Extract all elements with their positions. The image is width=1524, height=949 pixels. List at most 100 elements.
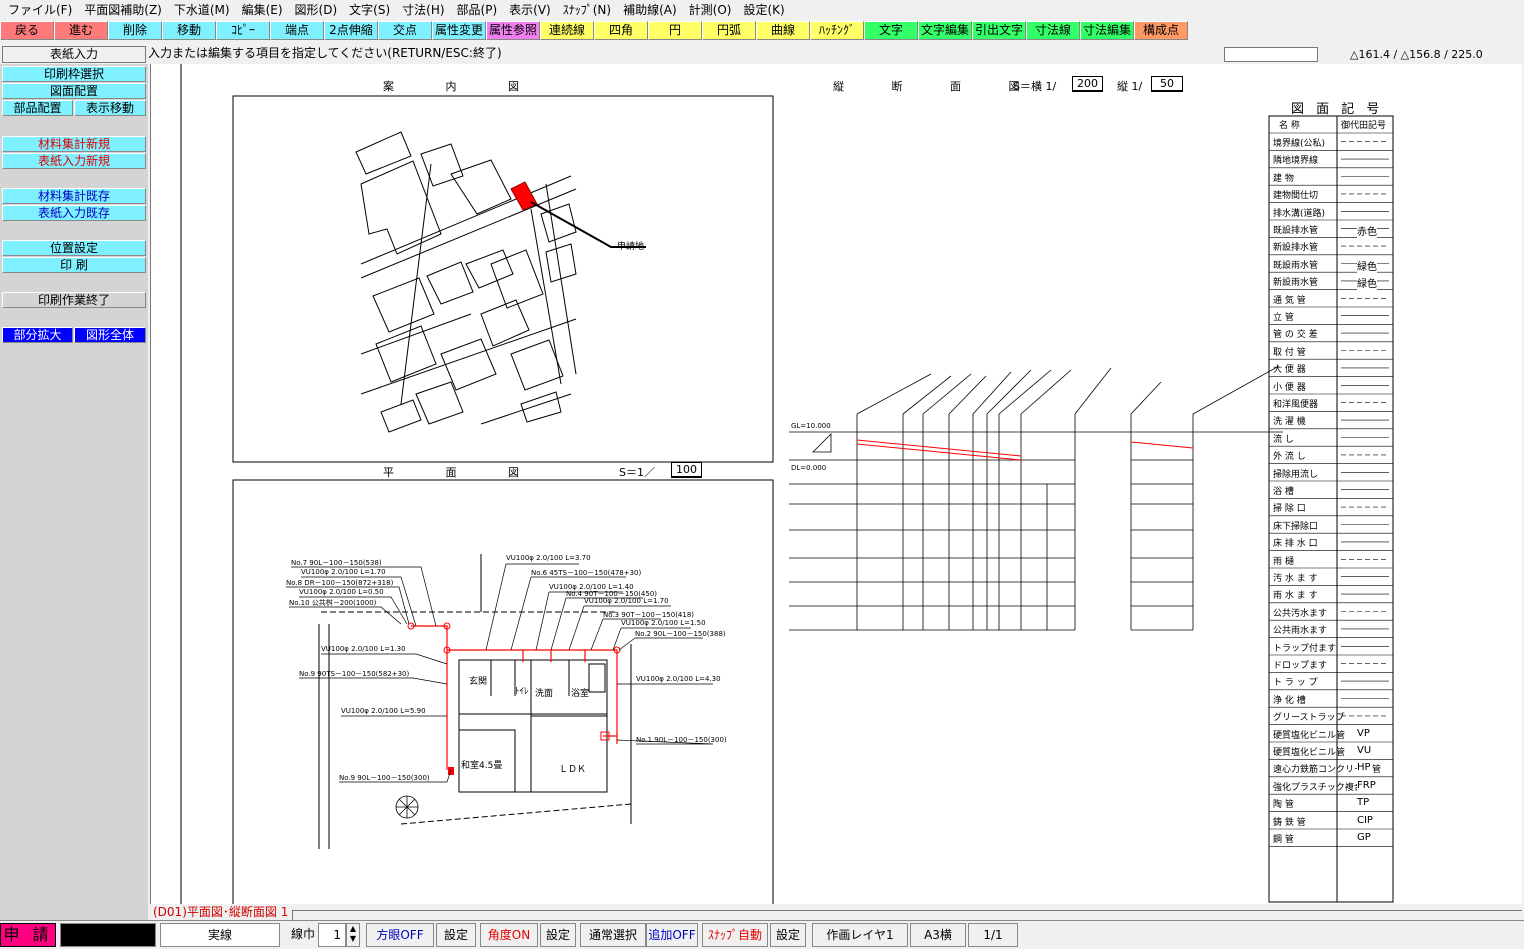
paper-size[interactable]: A3横: [910, 923, 966, 947]
toolbar-button[interactable]: 円: [648, 21, 702, 40]
mode-label: 表紙入力: [2, 46, 146, 63]
print-frame-button[interactable]: 印刷枠選択: [2, 66, 146, 82]
section-scale-v-label: 縦 1/: [1117, 80, 1143, 93]
selection-mode[interactable]: 通常選択: [580, 923, 646, 947]
legend-name: 汚 水 ま す: [1273, 574, 1318, 584]
legend-name: 浴 槽: [1273, 487, 1294, 497]
zoom-all-button[interactable]: 図形全体: [74, 327, 146, 343]
menu-item[interactable]: 図形(D): [291, 0, 346, 20]
toolbar-button[interactable]: 寸法線: [1026, 21, 1080, 40]
layer-select[interactable]: 作画レイヤ1: [812, 923, 908, 947]
angle-settings-button[interactable]: 設定: [540, 923, 576, 947]
app-label: 申 請: [0, 923, 56, 947]
line-width-label: 線巾: [290, 927, 315, 941]
menu-item[interactable]: 平面図補助(Z): [80, 0, 170, 20]
menu-item[interactable]: 補助線(A): [619, 0, 685, 20]
drawing-canvas[interactable]: 案 内 図 縦 断 面 図 S＝横 1/ 200 縦 1/ 50 申請地 平 面…: [150, 64, 1522, 904]
legend-code: GP: [1357, 832, 1371, 843]
parts-layout-button[interactable]: 部品配置: [2, 100, 73, 116]
toolbar-button[interactable]: 文字編集: [918, 21, 972, 40]
zoom-part-button[interactable]: 部分拡大: [2, 327, 73, 343]
toolbar-button[interactable]: ｺﾋﾟｰ: [216, 21, 270, 40]
toolbar-button[interactable]: 寸法編集: [1080, 21, 1134, 40]
material-new-button[interactable]: 材料集計新規: [2, 136, 146, 152]
pipe-label: VU100φ 2.0/100 L=1.50: [621, 619, 706, 627]
toolbar-button[interactable]: 端点: [270, 21, 324, 40]
toolbar-button[interactable]: 戻る: [0, 21, 54, 40]
legend-code: FRP: [1357, 779, 1376, 791]
drawing-layout-button[interactable]: 図面配置: [2, 83, 146, 99]
toolbar-button[interactable]: 2点伸縮: [324, 21, 378, 40]
line-width-stepper[interactable]: ▲ ▼: [346, 923, 360, 947]
toolbar-button[interactable]: 文字: [864, 21, 918, 40]
legend-name: 掃 除 口: [1273, 504, 1306, 515]
pipe-label: No.8 DR－100－150(872+318): [286, 579, 394, 587]
toolbar-button[interactable]: 引出文字: [972, 21, 1026, 40]
pipe-label: VU100φ 2.0/100 L=0.50: [299, 588, 384, 596]
grid-toggle[interactable]: 方眼OFF: [366, 923, 434, 947]
toolbar-button[interactable]: 曲線: [756, 21, 810, 40]
toolbar-button[interactable]: 削除: [108, 21, 162, 40]
line-type-select[interactable]: 実線: [160, 923, 280, 947]
plan-scale-value: 100: [671, 462, 702, 478]
menu-item[interactable]: 下水道(M): [170, 0, 238, 20]
toolbar-button[interactable]: 属性変更: [432, 21, 486, 40]
toolbar-button[interactable]: 構成点: [1134, 21, 1188, 40]
toolbar-button[interactable]: ﾊｯﾁﾝｸﾞ: [810, 21, 864, 40]
legend-header: 御代田記号: [1341, 121, 1387, 131]
color-swatch[interactable]: [60, 923, 156, 947]
plan-scale-label: S＝1／: [619, 466, 655, 479]
position-setting-button[interactable]: 位置設定: [2, 240, 146, 256]
legend-name: 雨 樋: [1273, 556, 1294, 567]
pipe-label: VU100φ 2.0/100 L=5.90: [341, 707, 426, 715]
sheet-tab[interactable]: (D01)平面図･縦断面図 1: [150, 904, 289, 920]
legend-name: 取 付 管: [1273, 347, 1306, 358]
toolbar-button[interactable]: 移動: [162, 21, 216, 40]
menu-item[interactable]: 部品(P): [453, 0, 506, 20]
menu-item[interactable]: 編集(E): [238, 0, 291, 20]
material-existing-button[interactable]: 材料集計既存: [2, 188, 146, 204]
menu-item[interactable]: 表示(V): [505, 0, 559, 20]
cover-new-button[interactable]: 表紙入力新規: [2, 153, 146, 169]
pipe-label: No.9 90TS－100－150(582+30): [299, 670, 410, 678]
legend-name: 公共雨水ます: [1273, 626, 1328, 637]
legend-name: 和洋風便器: [1273, 400, 1319, 410]
left-command-panel: 印刷枠選択 図面配置 部品配置 表示移動 材料集計新規 表紙入力新規 材料集計既…: [0, 64, 148, 920]
menu-item[interactable]: ｽﾅｯﾌﾟ(N): [559, 0, 619, 20]
view-move-button[interactable]: 表示移動: [74, 100, 146, 116]
grid-settings-button[interactable]: 設定: [436, 923, 476, 947]
snap-settings-button[interactable]: 設定: [770, 923, 806, 947]
toolbar-button[interactable]: 属性参照: [486, 21, 540, 40]
snap-toggle[interactable]: ｽﾅｯﾌﾟ自動: [702, 923, 768, 947]
cover-existing-button[interactable]: 表紙入力既存: [2, 205, 146, 221]
angle-toggle[interactable]: 角度ON: [480, 923, 538, 947]
legend-name: ドロップます: [1273, 661, 1328, 671]
toolbar-button[interactable]: 四角: [594, 21, 648, 40]
room-label: 洗面: [535, 689, 554, 699]
status-row: 表紙入力 入力または編集する項目を指定してください(RETURN/ESC:終了)…: [0, 46, 1524, 64]
menu-item[interactable]: ファイル(F): [4, 0, 80, 20]
add-toggle[interactable]: 追加OFF: [646, 923, 698, 947]
command-input[interactable]: [1224, 47, 1318, 62]
section-pipe: [856, 439, 1194, 461]
toolbar-button[interactable]: 円弧: [702, 21, 756, 40]
menu-item[interactable]: 寸法(H): [398, 0, 452, 20]
menu-item[interactable]: 計測(O): [685, 0, 740, 20]
toolbar-button[interactable]: 進む: [54, 21, 108, 40]
room-label: 浴室: [571, 689, 590, 699]
pipe-label: VU100φ 2.0/100 L=3.70: [506, 554, 591, 562]
toolbar-button[interactable]: 交点: [378, 21, 432, 40]
line-width-value[interactable]: 1: [318, 923, 346, 947]
legend-name: 境界線(公私): [1273, 139, 1326, 149]
pipe-label: No.1 90L－100－150(300): [636, 736, 727, 744]
menu-item[interactable]: 設定(K): [739, 0, 792, 20]
print-end-button[interactable]: 印刷作業終了: [2, 292, 146, 308]
toolbar-button[interactable]: 連続線: [540, 21, 594, 40]
print-button[interactable]: 印 刷: [2, 257, 146, 273]
pipe-label: No.10 公共桝－200(1000): [289, 599, 377, 607]
legend-name: 新設雨水管: [1273, 278, 1319, 289]
legend-name: 外 流 し: [1273, 452, 1306, 463]
menu-item[interactable]: 文字(S): [345, 0, 398, 20]
site-label: 申請地: [617, 242, 645, 252]
legend-name: 新設排水管: [1273, 243, 1319, 254]
